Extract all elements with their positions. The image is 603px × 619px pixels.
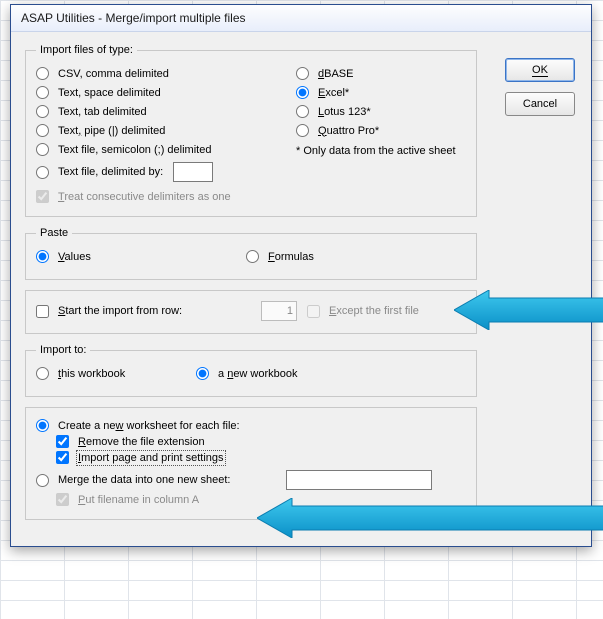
dialog-button-column: OK Cancel: [505, 58, 575, 116]
checkbox-start-row[interactable]: Start the import from row:: [36, 305, 261, 318]
cancel-button[interactable]: Cancel: [505, 92, 575, 116]
radio-text-tab-label: Text, tab delimited: [58, 106, 147, 118]
radio-merge-one-sheet[interactable]: Merge the data into one new sheet:: [36, 474, 286, 487]
merge-import-dialog: ASAP Utilities - Merge/import multiple f…: [10, 4, 592, 547]
checkbox-remove-extension[interactable]: Remove the file extension: [56, 435, 205, 448]
arrow-callout-import-page: [257, 498, 603, 538]
start-row-group: Start the import from row: Except the fi…: [25, 290, 477, 334]
radio-dbase[interactable]: dBASE: [296, 67, 353, 80]
radio-this-workbook[interactable]: this workbook: [36, 367, 125, 380]
import-types-legend: Import files of type:: [36, 44, 137, 56]
radio-text-tab[interactable]: Text, tab delimited: [36, 105, 147, 118]
radio-text-semicolon[interactable]: Text file, semicolon (;) delimited: [36, 143, 211, 156]
radio-new-workbook[interactable]: a new workbook: [196, 367, 298, 380]
import-to-legend: Import to:: [36, 344, 90, 356]
radio-csv[interactable]: CSV, comma delimited: [36, 67, 169, 80]
radio-text-pipe[interactable]: Text, pipe (|) delimited: [36, 124, 165, 137]
radio-quattro[interactable]: Quattro Pro*: [296, 124, 379, 137]
radio-csv-label: CSV, comma delimited: [58, 68, 169, 80]
import-types-group: Import files of type: CSV, comma delimit…: [25, 44, 477, 217]
dialog-title: ASAP Utilities - Merge/import multiple f…: [11, 5, 591, 32]
radio-excel[interactable]: Excel*: [296, 86, 349, 99]
checkbox-import-page-settings[interactable]: Import page and print settings: [56, 451, 224, 464]
checkbox-treat-consecutive: Treat consecutive delimiters as one: [36, 190, 231, 203]
radio-text-space[interactable]: Text, space delimited: [36, 86, 161, 99]
radio-text-custom-label: Text file, delimited by:: [58, 166, 163, 178]
radio-paste-values[interactable]: Values: [36, 250, 91, 263]
radio-text-custom[interactable]: Text file, delimited by:: [36, 166, 163, 179]
radio-text-space-label: Text, space delimited: [58, 87, 161, 99]
radio-new-sheet-each[interactable]: Create a new worksheet for each file:: [36, 419, 240, 432]
radio-text-semicolon-label: Text file, semicolon (;) delimited: [58, 144, 211, 156]
start-row-input[interactable]: [261, 301, 297, 321]
radio-lotus[interactable]: Lotus 123*: [296, 105, 371, 118]
import-to-group: Import to: this workbook a new workbook: [25, 344, 477, 397]
paste-legend: Paste: [36, 227, 72, 239]
arrow-callout-paste: [454, 290, 603, 330]
paste-group: Paste Values Formulas: [25, 227, 477, 280]
active-sheet-note: * Only data from the active sheet: [296, 145, 466, 157]
checkbox-except-first: Except the first file: [307, 305, 419, 318]
custom-delimiter-input[interactable]: [173, 162, 213, 182]
ok-button[interactable]: OK: [505, 58, 575, 82]
checkbox-put-filename: Put filename in column A: [56, 493, 199, 506]
merge-sheet-name-input[interactable]: [286, 470, 432, 490]
radio-paste-formulas[interactable]: Formulas: [246, 250, 314, 263]
